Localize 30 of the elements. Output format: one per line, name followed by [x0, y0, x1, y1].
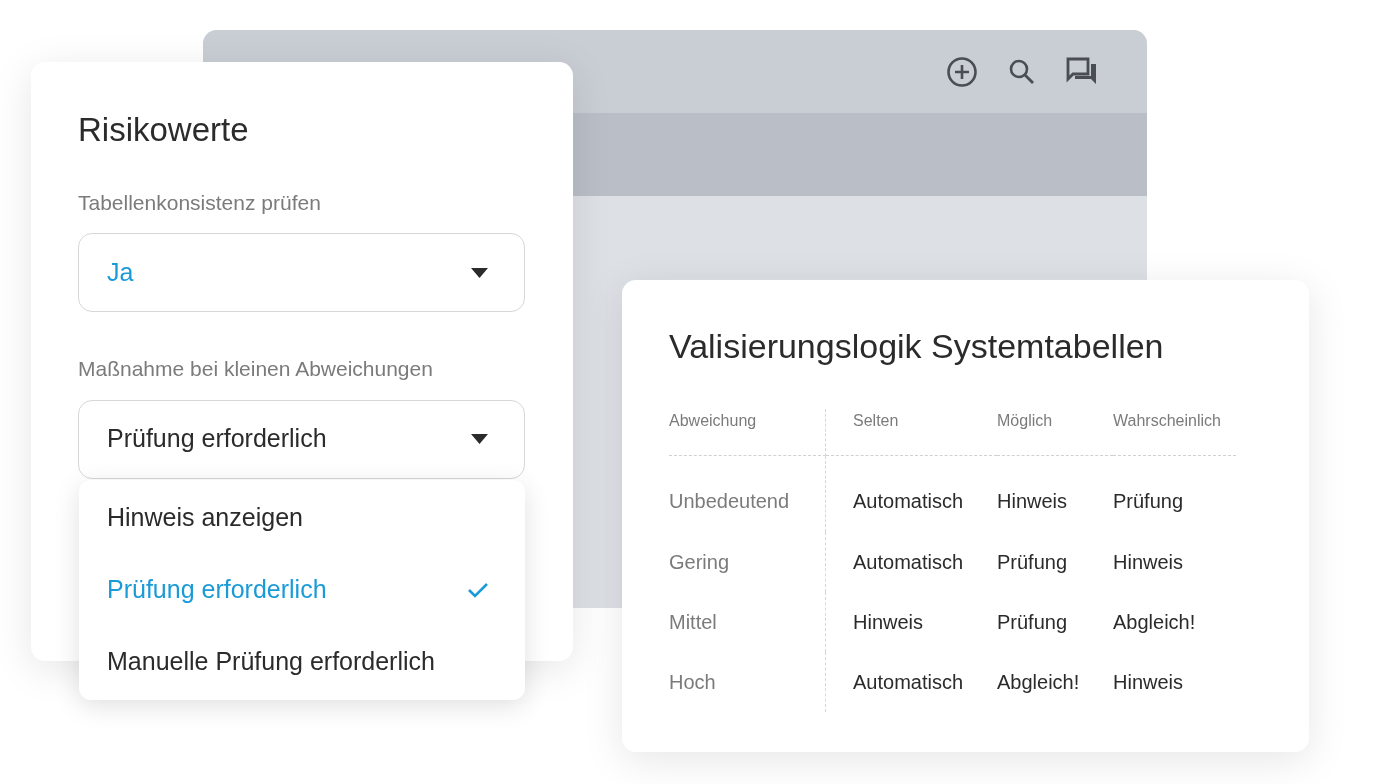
table-cell-text: Abgleich! — [997, 670, 1081, 696]
table-cell-text: Prüfung — [997, 550, 1069, 576]
table-cell-text: Hinweis — [1113, 550, 1185, 576]
dropdown-option[interactable]: Hinweis anzeigen — [79, 499, 525, 537]
panel-title: Risikowerte — [78, 112, 250, 149]
row-header: Unbedeutend — [669, 456, 826, 533]
table-cell-text: Automatisch — [852, 670, 965, 696]
field-label: Maßnahme bei kleinen Abweichungen — [78, 356, 434, 382]
dropdown-option[interactable]: Manuelle Prüfung erforderlich — [79, 643, 525, 681]
caret-icon — [471, 434, 488, 445]
table-cell-text: Abgleich! — [1113, 610, 1197, 636]
caret-icon — [471, 268, 488, 278]
table-cell-text: Prüfung — [1113, 489, 1185, 515]
table-cell-text: Hinweis — [997, 489, 1069, 515]
table-cell-text: Automatisch — [852, 489, 965, 515]
field-label: Tabellenkonsistenz prüfen — [78, 190, 322, 216]
column-header: Selten — [826, 409, 997, 457]
table-cell-text: Automatisch — [852, 550, 965, 576]
dropdown-select[interactable]: Prüfung erforderlich — [78, 399, 525, 479]
row-header: Gering — [669, 532, 826, 593]
column-header: Wahrscheinlich — [1113, 409, 1236, 457]
table-cell-text: Hinweis — [852, 610, 925, 636]
check-icon — [467, 582, 489, 598]
row-header: Mittel — [669, 592, 826, 653]
panel-title: Valisierungslogik Systemtabellen — [669, 328, 1165, 366]
column-header: Möglich — [997, 409, 1113, 457]
column-header: Abweichung — [669, 409, 826, 457]
row-header: Hoch — [669, 652, 826, 713]
table-cell-text: Hinweis — [1113, 670, 1185, 696]
table-cell-text: Prüfung — [997, 610, 1069, 636]
